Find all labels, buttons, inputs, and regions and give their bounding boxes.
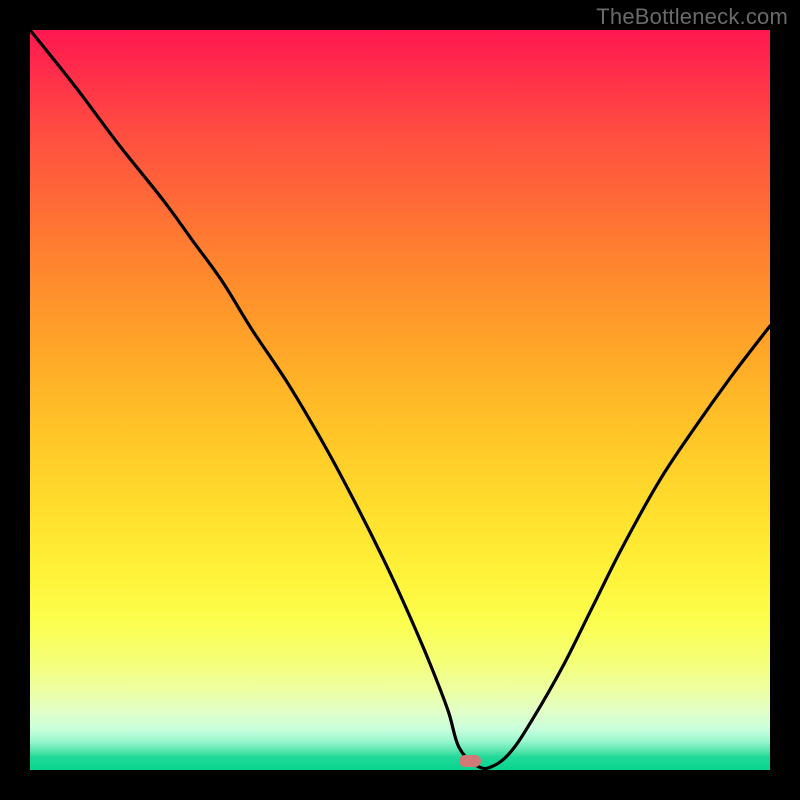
chart-container: TheBottleneck.com [0,0,800,800]
selected-point-marker [459,755,481,767]
plot-area [30,30,770,770]
watermark-text: TheBottleneck.com [596,4,788,30]
bottleneck-curve [30,30,770,770]
